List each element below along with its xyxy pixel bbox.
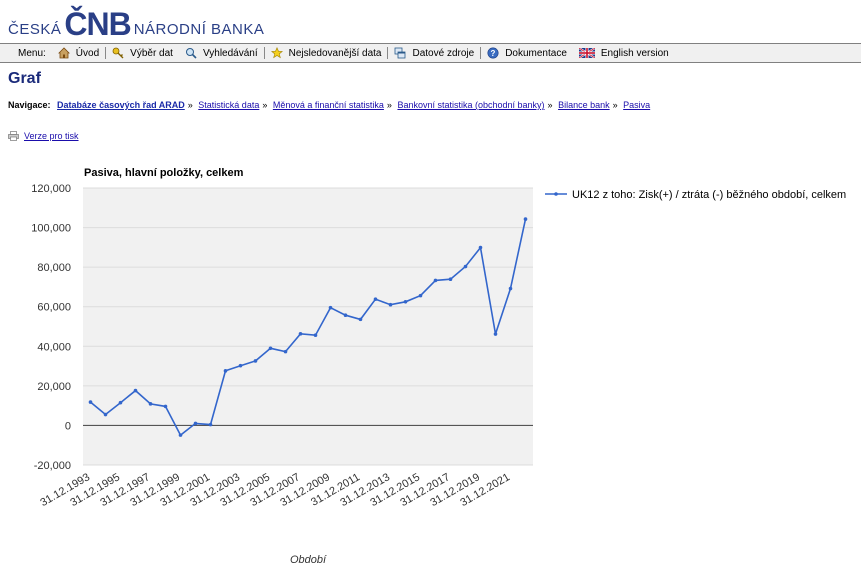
y-tick-label: -20,000 <box>34 460 71 472</box>
data-point <box>448 277 453 282</box>
line-chart: 120,000 100,000 80,000 60,000 40,000 20,000 0 -… <box>31 183 846 509</box>
data-point <box>193 421 198 426</box>
data-point <box>403 299 408 304</box>
y-tick-label: 120,000 <box>31 183 71 195</box>
data-point <box>508 286 513 291</box>
data-point <box>118 400 123 405</box>
plot-area <box>83 188 533 465</box>
data-point <box>418 293 423 298</box>
y-tick-label: 100,000 <box>31 223 71 235</box>
y-tick-label: 60,000 <box>37 302 71 314</box>
data-point <box>253 359 258 363</box>
data-point <box>493 332 498 336</box>
data-point <box>238 363 243 368</box>
legend-marker <box>554 192 558 196</box>
data-point <box>133 388 138 393</box>
data-point <box>103 412 108 417</box>
data-point <box>268 346 273 351</box>
data-point <box>283 349 288 354</box>
data-point <box>373 297 378 301</box>
y-tick-label: 40,000 <box>37 341 71 353</box>
data-point <box>313 333 318 338</box>
y-tick-label: 0 <box>65 420 71 432</box>
data-point <box>328 305 333 310</box>
data-point <box>148 402 153 406</box>
data-point <box>343 313 348 318</box>
data-point <box>208 422 213 427</box>
data-point <box>478 245 483 250</box>
data-point <box>178 433 183 437</box>
data-point <box>388 302 393 307</box>
y-tick-label: 80,000 <box>37 262 71 274</box>
data-point <box>163 404 168 409</box>
data-point <box>298 332 303 336</box>
legend-label: UK12 z toho: Zisk(+) / ztráta (-) běžnéh… <box>572 189 846 201</box>
data-point <box>88 400 93 404</box>
data-point <box>523 217 528 221</box>
x-axis-label: Období <box>290 554 327 566</box>
data-point <box>358 317 363 322</box>
data-point <box>463 264 468 269</box>
y-tick-label: 20,000 <box>37 381 71 393</box>
data-point <box>433 278 438 283</box>
data-point <box>223 369 228 373</box>
